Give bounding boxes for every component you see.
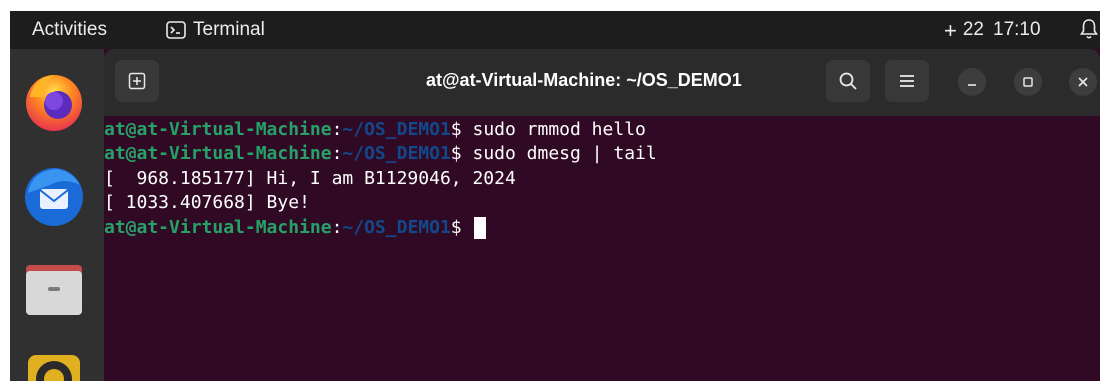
workspace-number: 22: [962, 19, 984, 40]
output-line: [ 968.185177] Hi, I am B1129046, 2024: [104, 168, 516, 189]
search-button[interactable]: [826, 60, 870, 102]
prompt-user: at@at-Virtual-Machine: [104, 119, 332, 140]
terminal-window: at@at-Virtual-Machine: ~/OS_DEMO1 at@at-…: [104, 49, 1100, 381]
files-icon[interactable]: [20, 257, 88, 319]
close-button[interactable]: [1069, 68, 1097, 96]
workspace-clock[interactable]: + 22 17:10: [944, 19, 1041, 41]
header-bar: at@at-Virtual-Machine: ~/OS_DEMO1: [104, 49, 1100, 116]
prompt-colon: :: [331, 143, 343, 164]
command-text: sudo dmesg | tail: [461, 143, 657, 164]
app-menu[interactable]: Terminal: [166, 19, 265, 41]
prompt-user: at@at-Virtual-Machine: [104, 217, 332, 238]
close-icon: [1078, 77, 1088, 87]
dock: [10, 49, 104, 381]
prompt-colon: :: [331, 217, 343, 238]
terminal-content[interactable]: at@at-Virtual-Machine:~/OS_DEMO1$ sudo r…: [104, 116, 1100, 381]
command-text: [462, 217, 473, 238]
text-cursor: [474, 217, 487, 239]
top-bar: Activities Terminal + 22 17:10: [10, 11, 1100, 49]
menu-button[interactable]: [885, 60, 929, 102]
prompt-path: ~/OS_DEMO1: [342, 143, 451, 164]
terminal-line: at@at-Virtual-Machine:~/OS_DEMO1$: [104, 216, 487, 240]
rhythmbox-icon[interactable]: [20, 349, 88, 381]
output-line: [ 1033.407668] Bye!: [104, 192, 310, 213]
prompt-user: at@at-Virtual-Machine: [104, 143, 332, 164]
search-icon: [839, 72, 857, 90]
terminal-line: at@at-Virtual-Machine:~/OS_DEMO1$ sudo r…: [104, 118, 646, 142]
prompt-dollar: $: [450, 217, 462, 238]
command-text: sudo rmmod hello: [461, 119, 646, 140]
activities-button[interactable]: Activities: [32, 19, 107, 41]
minimize-icon: [968, 84, 976, 86]
firefox-icon[interactable]: [20, 67, 88, 135]
window-title: at@at-Virtual-Machine: ~/OS_DEMO1: [426, 70, 742, 90]
workspace-plus-icon: +: [944, 17, 957, 43]
prompt-path: ~/OS_DEMO1: [342, 119, 451, 140]
prompt-dollar: $: [450, 119, 462, 140]
new-tab-icon: [128, 72, 146, 90]
prompt-colon: :: [331, 119, 343, 140]
minimize-button[interactable]: [958, 68, 986, 96]
maximize-button[interactable]: [1014, 68, 1042, 96]
hamburger-menu-icon: [900, 75, 914, 87]
clock: 17:10: [993, 19, 1041, 40]
notification-bell-icon[interactable]: [1079, 18, 1099, 40]
prompt-dollar: $: [450, 143, 462, 164]
prompt-path: ~/OS_DEMO1: [342, 217, 451, 238]
maximize-icon: [1023, 77, 1033, 87]
new-tab-button[interactable]: [115, 60, 159, 102]
terminal-icon: [166, 21, 186, 39]
thunderbird-icon[interactable]: [20, 163, 88, 231]
terminal-line: at@at-Virtual-Machine:~/OS_DEMO1$ sudo d…: [104, 142, 657, 166]
app-name: Terminal: [193, 19, 265, 40]
